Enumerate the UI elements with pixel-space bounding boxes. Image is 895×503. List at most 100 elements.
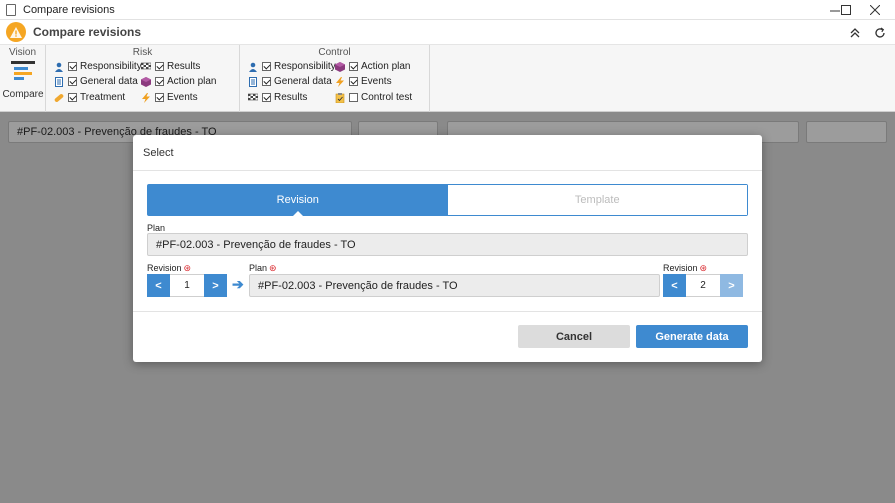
window-titlebar: Compare revisions — [0, 0, 895, 20]
tab-revision[interactable]: Revision — [148, 185, 448, 216]
control-action-plan-option[interactable]: Action plan — [335, 60, 410, 73]
ribbon: Vision Compare Risk Responsibility Gener… — [0, 45, 895, 112]
option-label: Results — [274, 92, 308, 103]
collapse-ribbon-button[interactable] — [845, 23, 865, 43]
control-events-checkbox[interactable] — [349, 77, 358, 86]
close-button[interactable] — [855, 0, 895, 20]
checkered-flag-icon — [141, 62, 151, 69]
control-action-plan-checkbox[interactable] — [349, 62, 358, 71]
right-revision-label: Revision ⊛ — [663, 263, 707, 274]
generate-data-button[interactable]: Generate data — [636, 325, 748, 348]
lightning-icon — [336, 76, 344, 87]
ribbon-group-title: Risk — [132, 47, 153, 58]
risk-events-checkbox[interactable] — [155, 93, 164, 102]
risk-treatment-option[interactable]: Treatment — [54, 91, 125, 104]
plan2-label: Plan ⊛ — [249, 263, 277, 274]
risk-treatment-checkbox[interactable] — [68, 93, 77, 102]
document-icon — [6, 3, 16, 16]
warning-logo-icon — [6, 22, 26, 42]
cube-icon — [141, 76, 151, 87]
user-icon — [249, 62, 257, 72]
left-revision-stepper: < 1 > — [147, 274, 227, 297]
background-revision2-field — [806, 121, 887, 143]
option-label: Results — [167, 61, 201, 72]
divider — [133, 311, 762, 312]
plan-field: #PF-02.003 - Prevenção de fraudes - TO — [147, 233, 748, 256]
risk-events-option[interactable]: Events — [141, 91, 198, 104]
control-test-checkbox[interactable] — [349, 93, 358, 102]
plan2-label-text: Plan — [249, 263, 268, 273]
control-general-data-option[interactable]: General data — [248, 75, 332, 88]
control-responsibility-option[interactable]: Responsibility — [248, 60, 336, 73]
risk-action-plan-checkbox[interactable] — [155, 77, 164, 86]
ribbon-group-risk: Risk Responsibility General data Treatme… — [46, 45, 240, 112]
risk-action-plan-option[interactable]: Action plan — [141, 75, 216, 88]
window-title: Compare revisions — [23, 3, 115, 16]
option-label: Responsibility — [80, 61, 142, 72]
cube-icon — [335, 61, 345, 72]
control-test-option[interactable]: Control test — [335, 91, 412, 104]
ribbon-group-vision: Vision Compare — [0, 45, 46, 112]
risk-responsibility-option[interactable]: Responsibility — [54, 60, 142, 73]
risk-general-data-option[interactable]: General data — [54, 75, 138, 88]
user-icon — [55, 62, 63, 72]
right-revision-stepper: < 2 > — [663, 274, 743, 297]
checkered-flag-icon — [248, 93, 258, 100]
left-revision-label-text: Revision — [147, 263, 182, 273]
plan-label: Plan — [147, 223, 166, 233]
option-label: General data — [80, 76, 138, 87]
option-label: Control test — [361, 92, 413, 103]
control-responsibility-checkbox[interactable] — [262, 62, 271, 71]
compare-icon — [11, 61, 35, 80]
option-label: Responsibility — [274, 61, 336, 72]
lightning-icon — [142, 92, 150, 103]
option-label: Events — [361, 76, 392, 87]
select-dialog: Select Revision Template Plan #PF-02.003… — [133, 135, 762, 362]
dialog-title: Select — [143, 147, 174, 159]
control-results-checkbox[interactable] — [262, 93, 271, 102]
compare-button[interactable]: Compare — [2, 61, 44, 109]
ribbon-group-control: Control Responsibility General data Resu… — [240, 45, 430, 112]
option-label: Action plan — [361, 61, 411, 72]
ribbon-group-title: Control — [318, 47, 351, 58]
app-header: Compare revisions — [0, 20, 895, 45]
right-revision-next-button[interactable]: > — [720, 274, 743, 297]
right-revision-value[interactable]: 2 — [686, 274, 720, 297]
option-label: Treatment — [80, 92, 126, 103]
control-results-option[interactable]: Results — [248, 91, 307, 104]
risk-results-checkbox[interactable] — [155, 62, 164, 71]
bandage-icon — [54, 93, 64, 102]
tab-template[interactable]: Template — [447, 185, 747, 215]
risk-general-data-checkbox[interactable] — [68, 77, 77, 86]
refresh-button[interactable] — [870, 23, 890, 43]
required-icon: ⊛ — [183, 263, 192, 273]
refresh-icon — [875, 27, 885, 38]
compare-label: Compare — [2, 89, 44, 100]
required-icon: ⊛ — [699, 263, 708, 273]
close-icon — [870, 5, 880, 15]
plan2-field[interactable]: #PF-02.003 - Prevenção de fraudes - TO — [249, 274, 660, 297]
option-label: Action plan — [167, 76, 217, 87]
right-revision-prev-button[interactable]: < — [663, 274, 686, 297]
page-title: Compare revisions — [33, 25, 142, 39]
clipboard-test-icon — [335, 92, 345, 103]
control-general-data-checkbox[interactable] — [262, 77, 271, 86]
required-icon: ⊛ — [269, 263, 277, 273]
cancel-button[interactable]: Cancel — [518, 325, 630, 348]
risk-results-option[interactable]: Results — [141, 60, 200, 73]
left-revision-value[interactable]: 1 — [170, 274, 204, 297]
right-revision-label-text: Revision — [663, 263, 698, 273]
document-data-icon — [249, 76, 257, 87]
left-revision-label: Revision ⊛ — [147, 263, 191, 274]
risk-responsibility-checkbox[interactable] — [68, 62, 77, 71]
left-revision-prev-button[interactable]: < — [147, 274, 170, 297]
option-label: Events — [167, 92, 198, 103]
control-events-option[interactable]: Events — [335, 75, 392, 88]
left-revision-next-button[interactable]: > — [204, 274, 227, 297]
divider — [133, 170, 762, 171]
ribbon-group-title: Vision — [8, 47, 37, 58]
maximize-icon — [841, 5, 851, 15]
double-chevron-up-icon — [850, 28, 860, 38]
document-data-icon — [55, 76, 63, 87]
tab-bar: Revision Template — [147, 184, 748, 216]
